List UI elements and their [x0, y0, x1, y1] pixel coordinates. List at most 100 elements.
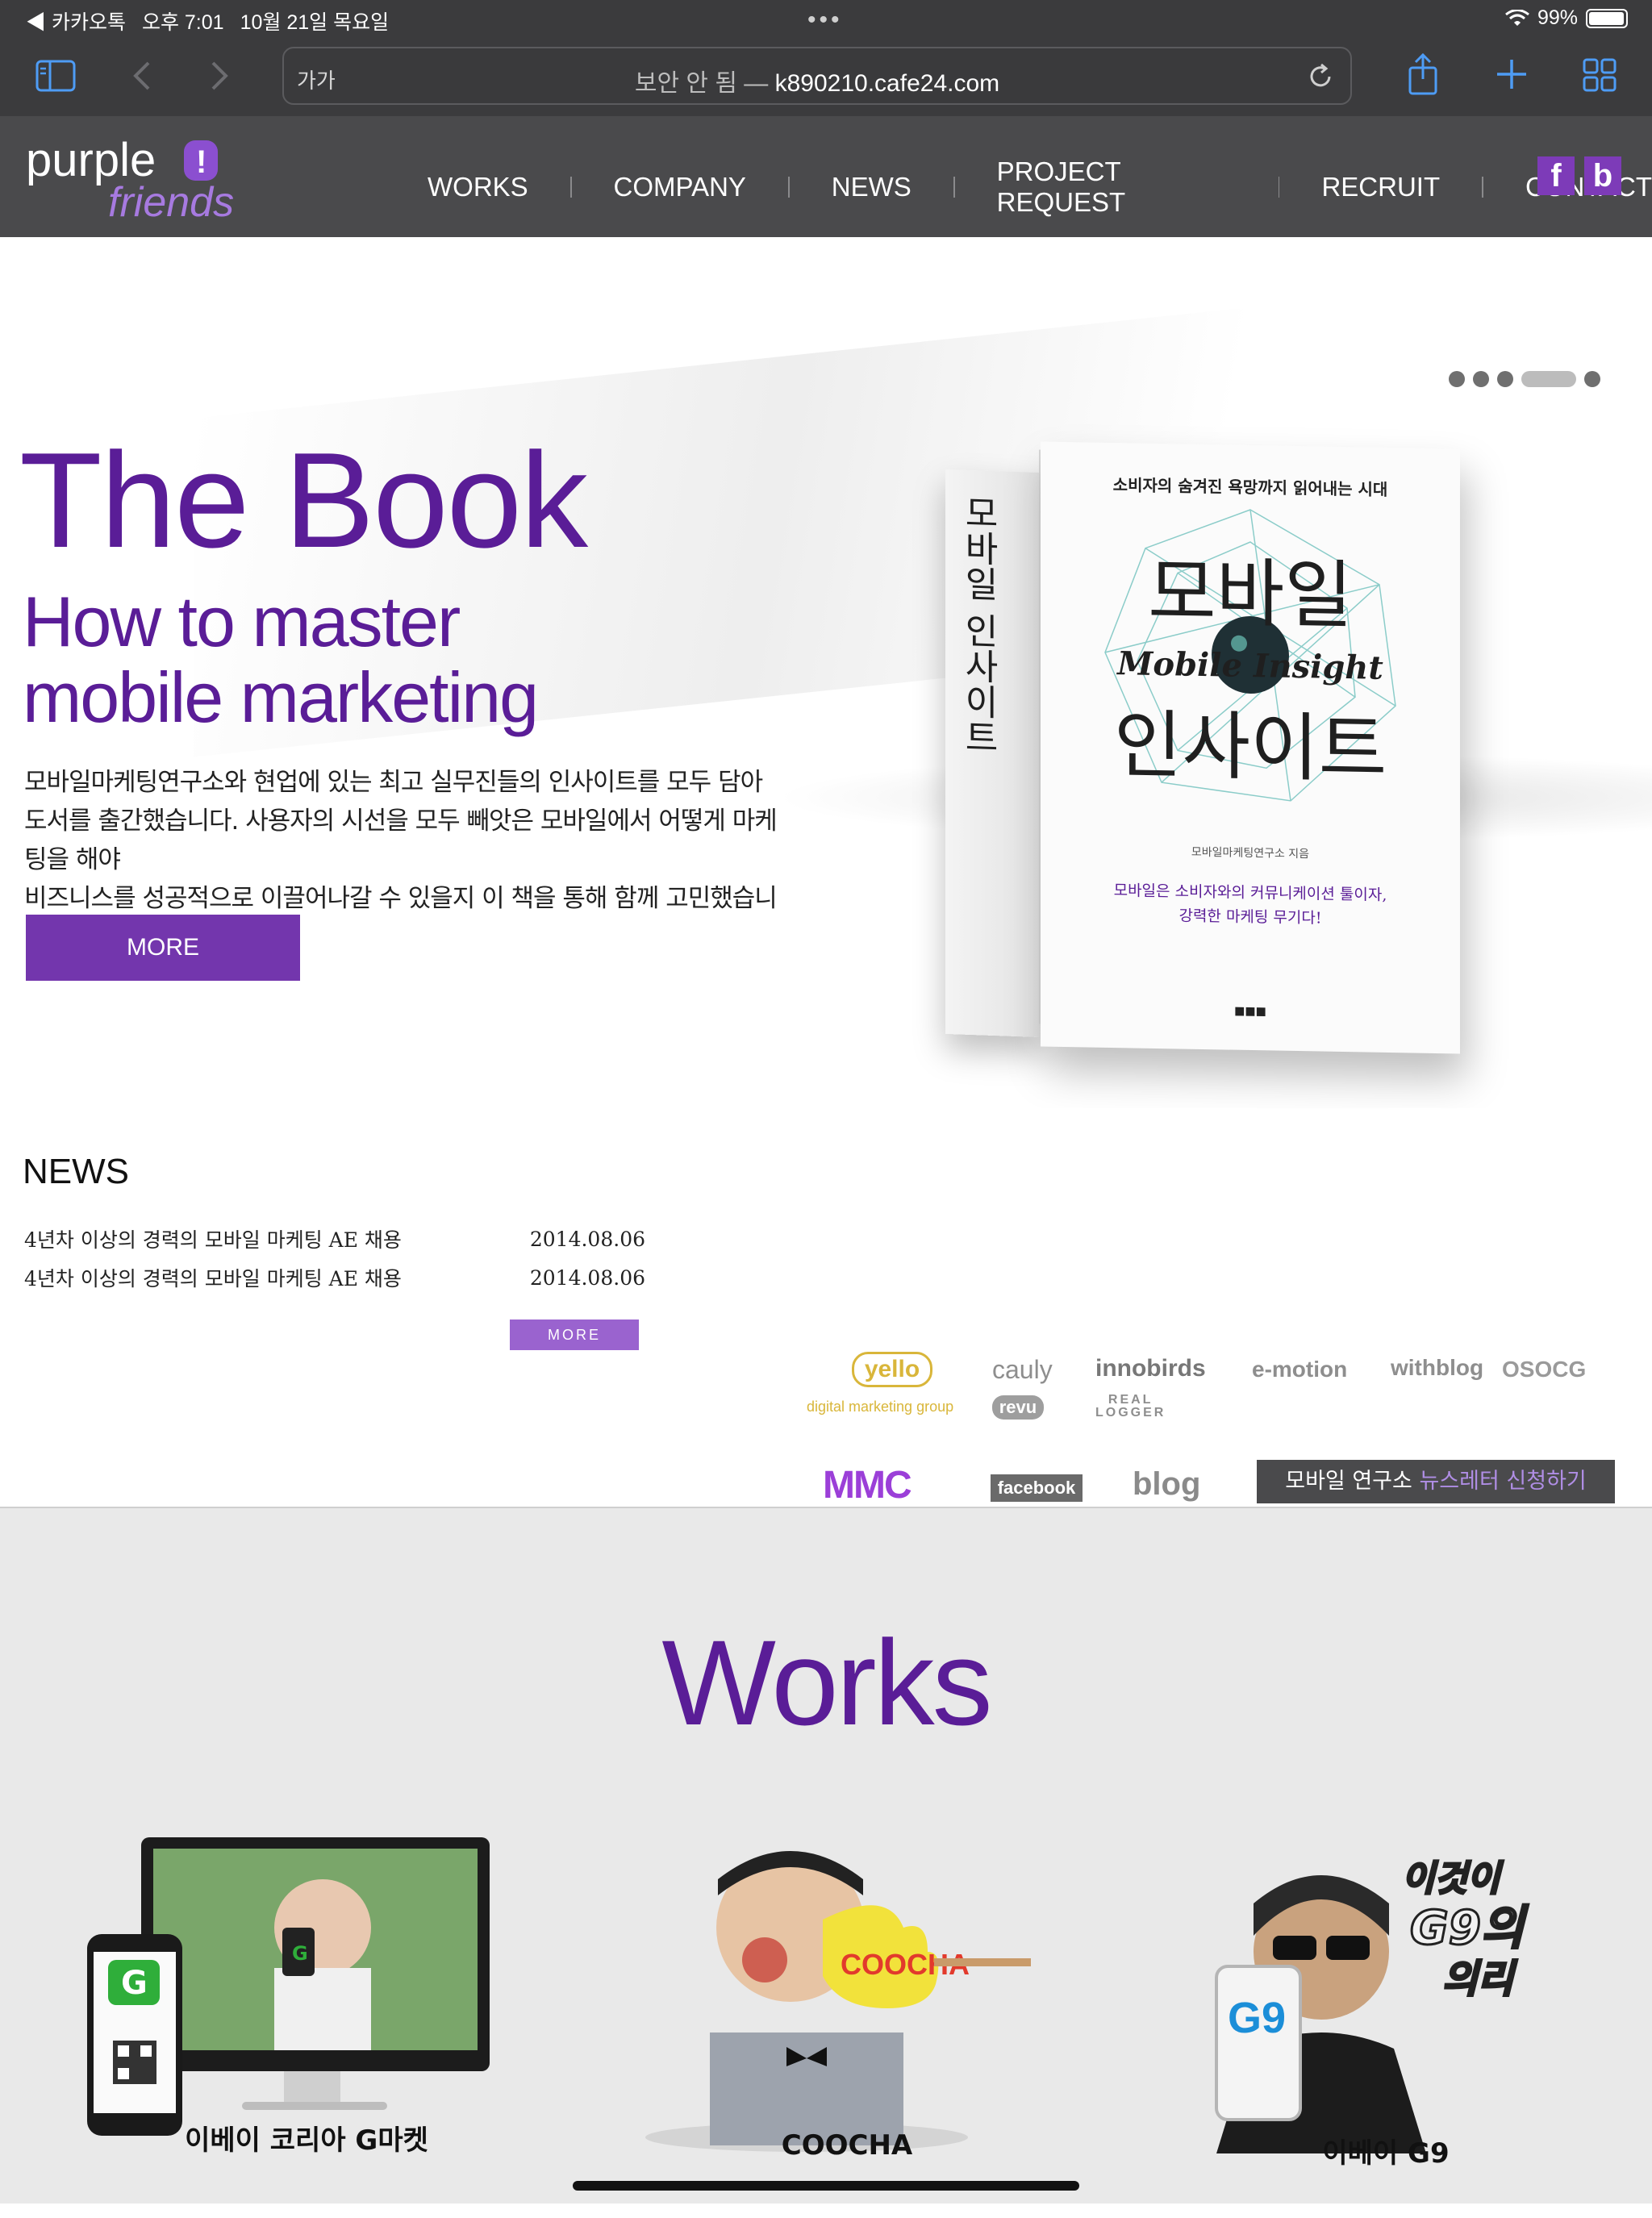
nav-recruit[interactable]: RECRUIT [1321, 172, 1440, 202]
new-tab-icon[interactable] [1496, 58, 1528, 90]
g9-slogan-line-3: 의리 [1442, 1957, 1517, 2002]
book-blurb-line-1: 모바일은 소비자와의 커뮤니케이션 툴이자, [1113, 882, 1387, 904]
news-item[interactable]: 4년차 이상의 경력의 모바일 마케팅 AE 채용 2014.08.06 [24, 1219, 645, 1258]
hero-banner: The Book How to master mobile marketing … [0, 237, 1652, 1108]
yello-logo[interactable]: yello [852, 1352, 932, 1387]
reallogger-logo-line-2: LOGGER [1095, 1406, 1166, 1420]
newsletter-link-text: 뉴스레터 신청하기 [1419, 1469, 1587, 1494]
hero-subtitle-line-2: mobile marketing [23, 657, 539, 737]
work-label[interactable]: 이베이 G9 [1160, 2131, 1612, 2170]
battery-percent: 99% [1537, 6, 1578, 29]
news-item[interactable]: 4년차 이상의 경력의 모바일 마케팅 AE 채용 2014.08.06 [24, 1258, 645, 1297]
status-date: 10월 21일 목요일 [240, 11, 390, 34]
gmarket-screen-logo: G [292, 1942, 308, 1965]
yello-logo-subtitle: digital marketing group [807, 1399, 954, 1415]
back-to-app-link[interactable]: ◀ 카카오톡 [26, 6, 126, 35]
news-item-date: 2014.08.06 [529, 1265, 645, 1290]
url-text: k890210.cafe24.com [774, 70, 1000, 97]
wifi-icon [1505, 9, 1529, 26]
newsletter-signup-button[interactable]: 모바일 연구소 뉴스레터 신청하기 [1257, 1460, 1615, 1503]
works-section: Works G G 이베이 코리아 G마켓 COOCHA COOCHA G9 이… [0, 1507, 1652, 2203]
osocg-logo[interactable]: OSOCG [1502, 1357, 1586, 1382]
url-display[interactable]: 보안 안 됨 — k890210.cafe24.com [284, 63, 1350, 98]
nav-divider [569, 177, 572, 198]
revu-logo[interactable]: revu [992, 1395, 1044, 1420]
work-label[interactable]: 이베이 코리아 G마켓 [81, 2118, 532, 2158]
blog-logo[interactable]: blog [1133, 1466, 1200, 1503]
sidebar-icon[interactable] [35, 58, 76, 94]
work-label[interactable]: COOCHA [621, 2129, 1073, 2162]
cauly-logo[interactable]: cauly [992, 1355, 1053, 1385]
g9-slogan-line-2: G9의 [1410, 1900, 1529, 1955]
innobirds-logo[interactable]: innobirds [1095, 1355, 1206, 1382]
slider-dot[interactable] [1584, 371, 1600, 387]
book-title-english: Mobile Insight [1117, 644, 1383, 687]
g9-phone-logo: G9 [1228, 1994, 1286, 2042]
news-item-title[interactable]: 4년차 이상의 경력의 모바일 마케팅 AE 채용 [24, 1224, 402, 1253]
back-arrow-icon[interactable] [131, 58, 153, 94]
coocha-ad-image: COOCHA [645, 1851, 1031, 2152]
tab-overview-icon[interactable] [1583, 58, 1617, 92]
home-indicator[interactable] [573, 2181, 1079, 2191]
facebook-link-button[interactable]: f [1537, 156, 1575, 195]
book-title-line-1: 모바일 [1148, 548, 1353, 640]
nav-divider [787, 177, 790, 198]
emotion-logo[interactable]: e-motion [1252, 1357, 1347, 1382]
hero-title: The Book [19, 424, 588, 576]
work-card-coocha[interactable]: COOCHA COOCHA [621, 1831, 1073, 2218]
share-icon[interactable] [1407, 52, 1439, 97]
site-header: purple ! friends WORKS COMPANY NEWS PROJ… [0, 116, 1652, 237]
book-back-copy: 모바일 인사이트 [945, 469, 1042, 1038]
forward-arrow-icon[interactable] [208, 58, 231, 94]
work-card-g9[interactable]: G9 이것이 G9의 의리 이베이 G9 [1160, 1831, 1612, 2218]
mmc-logo[interactable]: MMC [823, 1463, 912, 1507]
status-time: 오후 7:01 [141, 11, 224, 34]
slider-dot[interactable] [1449, 371, 1465, 387]
reload-icon[interactable] [1305, 61, 1336, 92]
purple-friends-logo[interactable]: purple ! friends [24, 134, 258, 223]
nav-works[interactable]: WORKS [428, 172, 528, 202]
hero-subtitle-line-1: How to master [23, 582, 461, 661]
news-more-button[interactable]: MORE [510, 1320, 639, 1350]
news-item-date: 2014.08.06 [529, 1227, 645, 1251]
book-blurb: 모바일은 소비자와의 커뮤니케이션 툴이자, 강력한 마케팅 무기다! [1073, 878, 1428, 932]
newsletter-label: 모바일 연구소 [1285, 1469, 1412, 1494]
works-title: Works [661, 1615, 992, 1750]
hero-more-button[interactable]: MORE [26, 915, 300, 981]
nav-company[interactable]: COMPANY [614, 172, 746, 202]
logo-bottom-text: friends [108, 179, 234, 223]
work-card-gmarket[interactable]: G G 이베이 코리아 G마켓 [81, 1831, 532, 2218]
multitasking-dots-icon[interactable]: ••• [807, 6, 843, 34]
browser-toolbar: 가가 보안 안 됨 — k890210.cafe24.com [0, 39, 1652, 116]
news-item-title[interactable]: 4년차 이상의 경력의 모바일 마케팅 AE 채용 [24, 1263, 402, 1292]
nav-news[interactable]: NEWS [832, 172, 912, 202]
nav-project-request[interactable]: PROJECT REQUEST [997, 156, 1237, 218]
address-bar[interactable]: 가가 보안 안 됨 — k890210.cafe24.com [282, 47, 1352, 105]
g9-ad-image: G9 이것이 G9의 의리 [1215, 1857, 1529, 2153]
blog-link-button[interactable]: b [1584, 156, 1621, 195]
not-secure-label: 보안 안 됨 [634, 70, 737, 97]
slider-dot-active[interactable] [1521, 371, 1576, 387]
withblog-logo[interactable]: withblog [1391, 1355, 1483, 1381]
hero-subtitle: How to master mobile marketing [23, 584, 749, 736]
hero-description-line-1: 모바일마케팅연구소와 현업에 있는 최고 실무진들의 인사이트를 모두 담아 [24, 768, 763, 797]
svg-text:!: ! [196, 144, 206, 180]
facebook-logo[interactable]: facebook [991, 1474, 1083, 1502]
slider-dot[interactable] [1497, 371, 1513, 387]
news-section-title: NEWS [23, 1152, 129, 1191]
hero-description-line-2: 도서를 출간했습니다. 사용자의 시선을 모두 빼앗은 모바일에서 어떻게 마케… [24, 807, 778, 874]
slider-pagination [1449, 371, 1600, 387]
gmarket-devices-image: G G [87, 1837, 490, 2136]
book-front-cover: 소비자의 숨겨진 욕망까지 읽어내는 시대 모바일 Mobile Insight… [1041, 441, 1460, 1054]
nav-divider [1278, 177, 1280, 198]
g9-slogan-line-1: 이것이 [1402, 1858, 1504, 1899]
ios-status-bar: ◀ 카카오톡 오후 7:01 10월 21일 목요일 ••• 99% [0, 0, 1652, 39]
nav-divider [1482, 177, 1483, 198]
main-nav: WORKS COMPANY NEWS PROJECT REQUEST RECRU… [428, 156, 1652, 218]
book-back-spine-title: 모바일 인사이트 [957, 494, 999, 756]
book-author: 모바일마케팅연구소 지음 [1191, 845, 1310, 861]
url-separator: — [744, 70, 769, 97]
slider-dot[interactable] [1473, 371, 1489, 387]
reallogger-logo[interactable]: REAL LOGGER [1095, 1394, 1166, 1420]
publisher-logo: ■■■ [1234, 1004, 1266, 1019]
